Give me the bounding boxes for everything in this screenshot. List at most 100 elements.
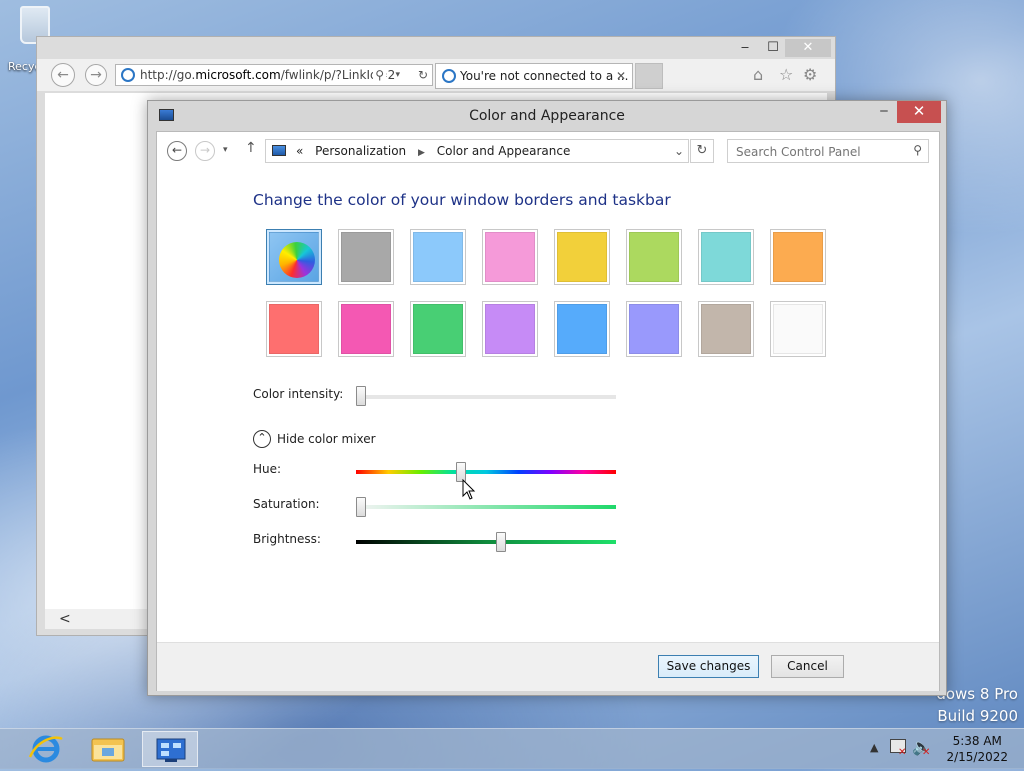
refresh-icon[interactable]: ↻ bbox=[690, 139, 714, 163]
window-title: Color and Appearance bbox=[469, 108, 625, 124]
color-intensity-slider[interactable] bbox=[356, 386, 366, 406]
clock-time: 5:38 AM bbox=[952, 734, 1002, 748]
up-arrow-icon[interactable]: ↑ bbox=[245, 140, 257, 156]
back-icon[interactable]: ← bbox=[167, 141, 187, 161]
color-swatch-fill bbox=[341, 232, 391, 282]
window-client-area: ← → ▾ ↑ « Personalization ▶ Color and Ap… bbox=[156, 131, 940, 691]
breadcrumb-personalization[interactable]: Personalization bbox=[315, 144, 406, 158]
tab-title: You're not connected to a ... bbox=[460, 69, 629, 83]
back-icon[interactable]: ← bbox=[51, 63, 75, 87]
breadcrumb[interactable]: « Personalization ▶ Color and Appearance… bbox=[265, 139, 689, 163]
color-swatch-purple[interactable] bbox=[482, 301, 538, 357]
color-swatch-green[interactable] bbox=[410, 301, 466, 357]
folder-icon bbox=[91, 738, 125, 762]
minimize-button[interactable]: ‒ bbox=[871, 101, 897, 123]
color-swatch-pink[interactable] bbox=[482, 229, 538, 285]
search-icon[interactable]: ⚲ bbox=[913, 143, 922, 157]
color-swatch-fill bbox=[557, 232, 607, 282]
save-changes-button[interactable]: Save changes bbox=[658, 655, 759, 678]
color-intensity-track[interactable] bbox=[362, 395, 616, 399]
color-swatch-light-blue[interactable] bbox=[410, 229, 466, 285]
control-panel-icon bbox=[272, 145, 286, 156]
color-swatch-fill bbox=[773, 232, 823, 282]
color-swatch-magenta[interactable] bbox=[338, 301, 394, 357]
color-swatch-fill bbox=[485, 304, 535, 354]
color-palette-icon bbox=[279, 242, 315, 278]
page-heading: Change the color of your window borders … bbox=[253, 191, 671, 209]
address-host: microsoft.com bbox=[195, 68, 281, 82]
scroll-left-icon[interactable]: < bbox=[59, 611, 71, 627]
saturation-slider[interactable] bbox=[356, 497, 366, 517]
favorites-star-icon[interactable]: ☆ bbox=[779, 65, 793, 84]
color-swatch-white[interactable] bbox=[770, 301, 826, 357]
chevron-up-icon[interactable]: ⌃ bbox=[253, 430, 271, 448]
color-swatch-gray[interactable] bbox=[338, 229, 394, 285]
color-swatch-automatic[interactable] bbox=[266, 229, 322, 285]
color-intensity-label: Color intensity: bbox=[253, 387, 344, 401]
color-swatch-fill bbox=[629, 304, 679, 354]
tools-gear-icon[interactable]: ⚙ bbox=[803, 65, 817, 84]
color-swatch-fill bbox=[629, 232, 679, 282]
color-swatch-fill bbox=[269, 232, 319, 282]
cancel-button[interactable]: Cancel bbox=[771, 655, 844, 678]
hue-track[interactable] bbox=[356, 470, 616, 474]
explorer-address-row: ← → ▾ ↑ « Personalization ▶ Color and Ap… bbox=[157, 132, 939, 170]
os-watermark-edition: dows 8 Pro bbox=[936, 685, 1018, 703]
taskbar-internet-explorer[interactable] bbox=[18, 731, 74, 767]
home-icon[interactable]: ⌂ bbox=[753, 65, 763, 84]
address-prefix: http://go. bbox=[140, 68, 196, 82]
breadcrumb-dropdown-icon[interactable]: ⌄ bbox=[674, 140, 684, 162]
color-swatch-taupe[interactable] bbox=[698, 301, 754, 357]
brightness-slider[interactable] bbox=[496, 532, 506, 552]
color-swatch-fill bbox=[485, 232, 535, 282]
address-dropdown-icon[interactable]: ▾ bbox=[395, 65, 400, 85]
brightness-label: Brightness: bbox=[253, 532, 321, 546]
system-clock[interactable]: 5:38 AM 2/15/2022 bbox=[946, 733, 1008, 765]
brightness-track[interactable] bbox=[356, 540, 616, 544]
new-tab-button[interactable] bbox=[635, 63, 663, 89]
breadcrumb-separator-icon[interactable]: ▶ bbox=[418, 148, 425, 158]
color-swatch-periwinkle[interactable] bbox=[626, 301, 682, 357]
browser-tab[interactable]: You're not connected to a ... ✕ bbox=[435, 63, 633, 89]
os-watermark-build: Build 9200 bbox=[937, 707, 1018, 725]
color-swatch-lime[interactable] bbox=[626, 229, 682, 285]
close-button[interactable]: ✕ bbox=[897, 101, 941, 123]
saturation-track[interactable] bbox=[356, 505, 616, 509]
refresh-icon[interactable]: ↻ bbox=[417, 65, 428, 85]
color-swatch-blue[interactable] bbox=[554, 301, 610, 357]
color-swatch-fill bbox=[413, 304, 463, 354]
dialog-footer: Save changes Cancel bbox=[157, 642, 939, 691]
internet-explorer-icon bbox=[28, 735, 63, 763]
color-swatch-orange[interactable] bbox=[770, 229, 826, 285]
search-input[interactable] bbox=[734, 141, 908, 163]
mouse-cursor-icon bbox=[462, 479, 476, 500]
color-swatch-fill bbox=[557, 304, 607, 354]
taskbar-file-explorer[interactable] bbox=[80, 731, 136, 767]
ie-page-icon bbox=[121, 68, 135, 82]
browser-minimize-button[interactable]: ‒ bbox=[731, 39, 759, 57]
hide-color-mixer-link[interactable]: Hide color mixer bbox=[277, 432, 376, 446]
color-swatch-fill bbox=[701, 232, 751, 282]
forward-icon[interactable]: → bbox=[85, 64, 107, 86]
breadcrumb-prefix[interactable]: « bbox=[296, 144, 303, 158]
volume-error-icon: ✕ bbox=[922, 747, 931, 758]
address-bar[interactable]: http://go.microsoft.com/fwlink/p/?LinkId… bbox=[115, 64, 433, 86]
color-appearance-window[interactable]: Color and Appearance ‒ ☐ ✕ ← → ▾ ↑ « Per… bbox=[147, 100, 947, 696]
show-hidden-icons-icon[interactable]: ▲ bbox=[870, 741, 878, 754]
color-swatch-fill bbox=[269, 304, 319, 354]
color-swatch-fill bbox=[701, 304, 751, 354]
breadcrumb-color-appearance[interactable]: Color and Appearance bbox=[437, 144, 571, 158]
browser-maximize-button[interactable]: ☐ bbox=[759, 39, 787, 57]
search-icon[interactable]: ⚲ bbox=[373, 65, 386, 85]
color-swatch-yellow[interactable] bbox=[554, 229, 610, 285]
tab-close-icon[interactable]: ✕ bbox=[616, 64, 626, 88]
browser-close-button[interactable]: ✕ bbox=[785, 39, 831, 57]
recent-locations-icon[interactable]: ▾ bbox=[223, 145, 228, 155]
color-swatch-fill bbox=[413, 232, 463, 282]
action-center-error-icon: ✕ bbox=[898, 747, 907, 758]
color-swatch-red[interactable] bbox=[266, 301, 322, 357]
color-swatch-teal[interactable] bbox=[698, 229, 754, 285]
taskbar-control-panel[interactable] bbox=[142, 731, 198, 767]
search-box[interactable]: ⚲ bbox=[727, 139, 929, 163]
tab-ie-icon bbox=[442, 69, 456, 83]
